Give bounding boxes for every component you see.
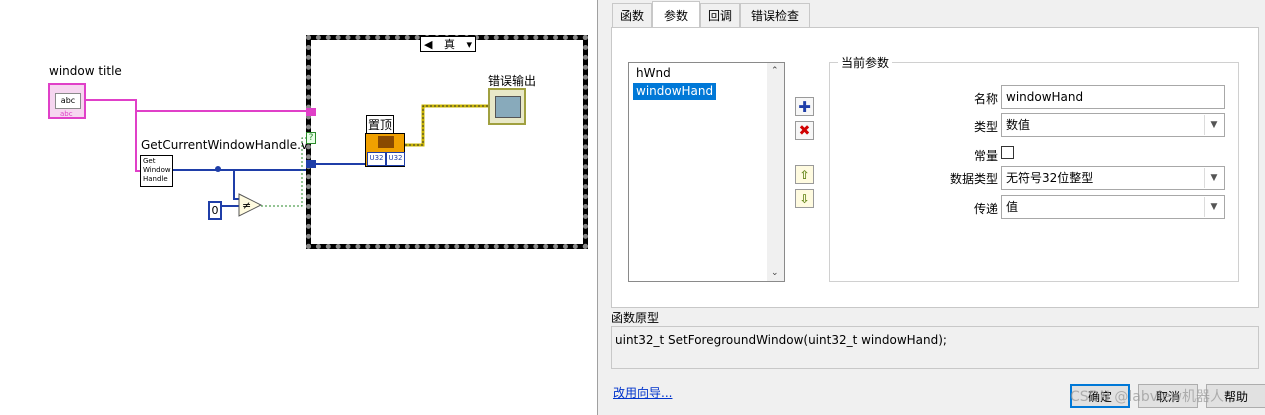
name-value: windowHand — [1006, 90, 1084, 104]
wire-junction — [215, 166, 221, 172]
chevron-down-icon[interactable]: ⌄ — [771, 268, 779, 278]
handle-wire-inner — [316, 163, 365, 165]
case-prev-icon[interactable]: ◀ — [424, 38, 432, 51]
call-terminal: U32 — [367, 152, 386, 166]
window-title-terminal[interactable]: abc abc — [48, 83, 86, 119]
const-checkbox[interactable] — [1001, 146, 1014, 159]
pass-value: 值 — [1006, 200, 1019, 214]
arrow-down-icon: ⇩ — [799, 191, 810, 206]
name-label: 名称 — [973, 92, 998, 106]
prototype-box: uint32_t SetForegroundWindow(uint32_t wi… — [611, 326, 1259, 369]
window-title-label: window title — [49, 64, 122, 78]
prototype-label: 函数原型 — [611, 311, 660, 325]
getcurrent-icon-line: Handle — [143, 175, 168, 183]
chevron-down-icon[interactable]: ▼ — [1204, 168, 1223, 188]
tab-parameters[interactable]: 参数 — [652, 1, 700, 28]
pass-select[interactable]: 值 ▼ — [1001, 195, 1225, 219]
handle-tunnel — [306, 160, 316, 168]
pass-label: 传递 — [973, 202, 998, 216]
tab-function[interactable]: 函数 — [612, 3, 652, 27]
name-field[interactable]: windowHand — [1001, 85, 1225, 109]
error-cluster-icon — [495, 96, 521, 118]
datatype-label: 数据类型 — [949, 172, 998, 186]
parameter-list[interactable]: hWnd windowHand ⌃ ⌄ — [628, 62, 785, 282]
call-library-dialog: 函数 参数 回调 错误检查 hWnd windowHand ⌃ ⌄ ✚ ✖ ⇧ … — [597, 0, 1265, 415]
move-up-button[interactable]: ⇧ — [795, 165, 814, 184]
chevron-down-icon[interactable]: ▼ — [1204, 115, 1223, 135]
arrow-up-icon: ⇧ — [799, 167, 810, 182]
type-label: 类型 — [973, 120, 998, 134]
case-selector[interactable]: ◀ 真 ▾ — [420, 36, 476, 52]
tab-callbacks[interactable]: 回调 — [700, 3, 740, 27]
topmost-label: 置顶 — [366, 115, 395, 134]
datatype-select[interactable]: 无符号32位整型 ▼ — [1001, 166, 1225, 190]
list-scrollbar[interactable]: ⌃ ⌄ — [767, 63, 784, 281]
wizard-link[interactable]: 改用向导... — [613, 384, 672, 401]
move-down-button[interactable]: ⇩ — [795, 189, 814, 208]
case-selector-value: 真 — [443, 38, 455, 51]
datatype-value: 无符号32位整型 — [1006, 171, 1094, 185]
tab-label: 函数 — [619, 9, 644, 23]
type-value: 数值 — [1006, 118, 1031, 132]
topmost-call-node[interactable]: U32 U32 — [365, 133, 405, 167]
block-diagram: window title abc abc GetCurrentWindowHan… — [0, 0, 597, 415]
getcurrent-subvi[interactable]: Get Window Handle — [140, 155, 173, 187]
list-item[interactable]: hWnd — [633, 65, 674, 82]
x-icon: ✖ — [798, 122, 811, 139]
getcurrent-icon-line: Window — [143, 166, 171, 174]
tab-label: 参数 — [663, 8, 688, 23]
dll-icon — [378, 136, 394, 148]
type-select[interactable]: 数值 ▼ — [1001, 113, 1225, 137]
const-label: 常量 — [973, 149, 998, 163]
remove-parameter-button[interactable]: ✖ — [795, 121, 814, 140]
tab-label: 错误检查 — [750, 9, 799, 23]
group-title: 当前参数 — [838, 54, 893, 71]
string-wire — [86, 99, 136, 101]
string-wire — [135, 110, 308, 112]
handle-wire — [233, 169, 235, 199]
list-item[interactable]: windowHand — [633, 83, 717, 100]
error-out-indicator[interactable] — [488, 88, 526, 125]
plus-icon: ✚ — [798, 97, 811, 116]
tab-label: 回调 — [707, 9, 732, 23]
call-terminal: U32 — [386, 152, 405, 166]
string-const: abc — [55, 93, 81, 109]
error-wire — [405, 104, 490, 147]
getcurrent-icon-line: Get — [143, 157, 156, 165]
string-const-small: abc — [60, 110, 73, 118]
watermark: CSDN @labview机器人 — [1070, 389, 1224, 405]
string-tunnel — [306, 108, 316, 116]
zero-constant[interactable]: 0 — [208, 201, 222, 220]
prototype-value: uint32_t SetForegroundWindow(uint32_t wi… — [615, 333, 947, 347]
case-selector-terminal: ? — [306, 132, 316, 144]
add-parameter-button[interactable]: ✚ — [795, 97, 814, 116]
tab-error-checking[interactable]: 错误检查 — [740, 3, 810, 27]
error-out-label: 错误输出 — [488, 74, 537, 88]
chevron-down-icon[interactable]: ▾ — [466, 38, 472, 51]
chevron-up-icon[interactable]: ⌃ — [771, 66, 779, 76]
not-equal-symbol: ≠ — [242, 199, 251, 212]
chevron-down-icon[interactable]: ▼ — [1204, 197, 1223, 217]
